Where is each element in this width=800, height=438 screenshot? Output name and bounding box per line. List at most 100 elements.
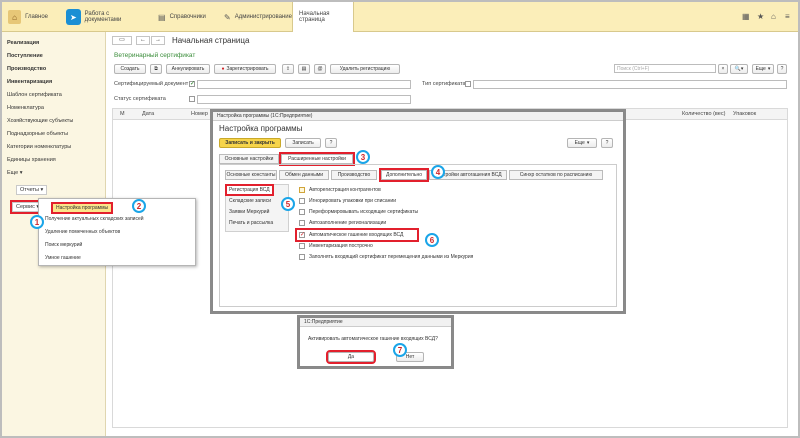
sidebar-item-sales[interactable]: Реализация [7, 40, 39, 46]
sidebar-item-subjects[interactable]: Хозяйствующие субъекты [7, 118, 73, 124]
register-button[interactable]: ● Зарегистрировать [214, 64, 276, 74]
settings-more-button[interactable]: Еще ▾ [567, 138, 597, 148]
menu-item-get-records[interactable]: Получение актуальных складских записей [45, 216, 144, 222]
col-quantity[interactable]: Количество (вес) [682, 111, 725, 117]
opt-regionalization-checkbox[interactable] [299, 220, 305, 226]
side-item-warehouse[interactable]: Складские записи [229, 198, 271, 204]
opt-auto-cancel-checkbox[interactable]: ✓ [299, 232, 305, 238]
opt-ignore-packs-checkbox[interactable] [299, 198, 305, 204]
register-label: Зарегистрировать [226, 66, 269, 72]
settings-help-button[interactable]: ? [325, 138, 337, 148]
opt-ignore-packs-label: Игнорировать упаковки при списании [309, 198, 396, 204]
menu-item-settings[interactable]: Настройка программы [50, 202, 114, 214]
opt-inventory-checkbox[interactable] [299, 243, 305, 249]
reports-button[interactable]: Отчеты ▾ [16, 185, 48, 195]
step-marker-1-text: 1 [34, 217, 40, 227]
side-item-print[interactable]: Печать и рассылка [229, 220, 273, 226]
sidebar-item-categories[interactable]: Категории номенклатуры [7, 144, 71, 150]
register-icon: ● [221, 66, 225, 72]
grid-icon[interactable]: ▦ [742, 12, 750, 21]
subtab-exchange[interactable]: Обмен данными [279, 170, 329, 180]
filter-type-checkbox[interactable] [465, 81, 471, 87]
clear-search-icon[interactable]: × [718, 64, 728, 74]
col-date[interactable]: Дата [142, 111, 154, 117]
opt-fill-mercury-checkbox[interactable] [299, 254, 305, 260]
help-button[interactable]: ? [777, 64, 787, 74]
sidebar-item-units[interactable]: Единицы хранения [7, 157, 56, 163]
delete-registration-button[interactable]: Удалить регистрацию [330, 64, 400, 74]
top-bar: ⌂ Главное ➤ Работа с документами ▤ Справ… [2, 2, 798, 32]
sidebar-item-objects[interactable]: Поднадзорные объекты [7, 131, 68, 137]
sidebar-item-template[interactable]: Шаблон сертификата [7, 92, 62, 98]
history-icon[interactable]: ⌂ [771, 12, 776, 21]
home-icon: ⌂ [8, 10, 22, 24]
send-icon[interactable]: ⇪ [282, 64, 294, 74]
star-icon[interactable]: ★ [757, 12, 764, 21]
subtab-sync[interactable]: Синхр остатков по расписанию [509, 170, 603, 180]
section-catalogs-label: Справочники [169, 14, 206, 20]
mail-icon[interactable]: @ [314, 64, 326, 74]
sidebar-item-inventory[interactable]: Инвентаризация [7, 79, 52, 85]
confirm-yes-button[interactable]: Да [326, 350, 376, 364]
section-admin[interactable]: ✎ Администрирование [218, 2, 296, 32]
settings-more-label: Еще [574, 140, 585, 146]
filter-status-input[interactable] [197, 95, 411, 104]
filter-document-checkbox[interactable]: ✓ [189, 81, 195, 87]
confirm-dialog: 1С:Предприятие Активировать автоматическ… [299, 317, 452, 367]
tab-start-page[interactable]: Начальная страница [292, 2, 354, 32]
opt-autoregister-checkbox[interactable] [299, 187, 305, 193]
menu-icon[interactable]: ≡ [785, 12, 790, 21]
save-close-button[interactable]: Записать и закрыть [219, 138, 281, 148]
step-marker-3-text: 3 [360, 152, 366, 162]
more-button[interactable]: Еще ▾ [752, 64, 774, 74]
sidebar-item-production[interactable]: Производство [7, 66, 46, 72]
print-icon[interactable]: ▤ [298, 64, 310, 74]
confirm-question: Активировать автоматическое гашение вход… [308, 336, 438, 342]
filter-document-label: Сертифицируемый документ [114, 81, 189, 87]
section-catalogs[interactable]: ▤ Справочники [152, 2, 214, 32]
col-packages[interactable]: Упаковок [733, 111, 756, 117]
save-button[interactable]: Записать [285, 138, 321, 148]
save-label: Записать [292, 140, 314, 146]
filter-document-input[interactable] [197, 80, 411, 89]
forward-icon[interactable]: → [151, 36, 165, 45]
sidebar-item-receipt[interactable]: Поступление [7, 53, 43, 59]
side-item-registration[interactable]: Регистрация ВСД [225, 184, 274, 196]
home-section[interactable]: ⌂ Главное [2, 2, 54, 32]
opt-reform-checkbox[interactable] [299, 209, 305, 215]
step-marker-2-text: 2 [136, 201, 142, 211]
sidebar-item-nomenclature[interactable]: Номенклатура [7, 105, 44, 111]
service-label: Сервис [16, 204, 35, 210]
service-menu: Настройка программы Получение актуальных… [38, 198, 196, 266]
cancel-cert-button[interactable]: Аннулировать [166, 64, 210, 74]
search-icon[interactable]: 🔍▾ [730, 64, 748, 74]
subtab-production[interactable]: Производство [331, 170, 377, 180]
confirm-window-title: 1С:Предприятие [300, 318, 451, 327]
menu-item-search-mercury[interactable]: Поиск меркурий [45, 242, 82, 248]
create-button[interactable]: Создать [114, 64, 146, 74]
settings-help-button-2[interactable]: ? [601, 138, 613, 148]
tab-basic-settings[interactable]: Основные настройки [219, 154, 279, 164]
back-icon[interactable]: ← [136, 36, 150, 45]
search-placeholder: Поиск (Ctrl+F) [617, 65, 650, 72]
panel-toggle-icon[interactable]: ▭ [112, 36, 132, 45]
copy-icon[interactable]: ⧉ [150, 64, 162, 74]
settings-title: Настройка программы [219, 124, 303, 133]
subtab-additional[interactable]: Дополнительно [379, 168, 429, 182]
col-number[interactable]: Номер [191, 111, 208, 117]
subtab-constants[interactable]: Основные константы [225, 170, 277, 180]
menu-item-delete-marked[interactable]: Удаление помеченных объектов [45, 229, 120, 235]
filter-type-input[interactable] [473, 80, 787, 89]
side-item-requests[interactable]: Заявки Меркурий [229, 209, 269, 215]
confirm-yes-label: Да [347, 354, 355, 360]
subtab-exchange-label: Обмен данными [284, 172, 324, 178]
filter-status-checkbox[interactable] [189, 96, 195, 102]
section-documents[interactable]: ➤ Работа с документами [60, 2, 148, 32]
col-m[interactable]: М [120, 111, 125, 117]
opt-fill-mercury-label: Заполнять входящий сертификат перемещени… [309, 254, 474, 260]
subtab-production-label: Производство [337, 172, 371, 178]
menu-item-smart-cancel[interactable]: Умное гашение [45, 255, 81, 261]
search-input[interactable]: Поиск (Ctrl+F) [614, 64, 716, 73]
tab-advanced-settings[interactable]: Расширенные настройки [279, 152, 355, 166]
sidebar-item-more[interactable]: Еще ▾ [7, 170, 23, 176]
